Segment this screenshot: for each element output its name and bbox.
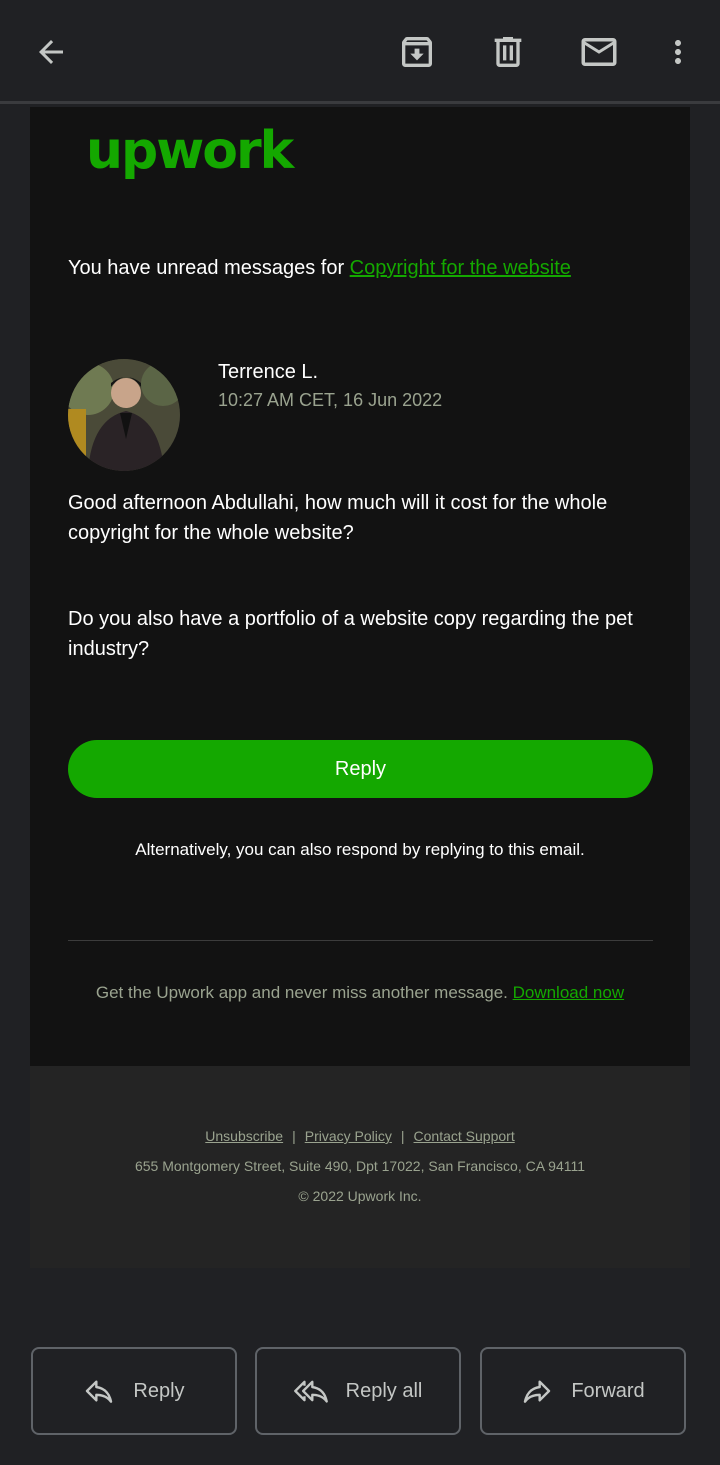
alternative-reply-note: Alternatively, you can also respond by r…: [135, 840, 585, 859]
reply-all-button-label: Reply all: [345, 1379, 423, 1402]
unsubscribe-link[interactable]: Unsubscribe: [205, 1128, 283, 1144]
arrow-back-icon: [33, 34, 69, 70]
footer-separator: |: [292, 1128, 296, 1144]
email-body: upwork You have unread messages for Copy…: [30, 107, 690, 1066]
divider: [68, 940, 653, 941]
upwork-logo: upwork: [86, 121, 294, 181]
company-address: 655 Montgomery Street, Suite 490, Dpt 17…: [134, 1158, 586, 1174]
app-promo-text: Get the Upwork app and never miss anothe…: [95, 983, 513, 1002]
unread-notice: You have unread messages for Copyright f…: [68, 255, 571, 281]
back-button[interactable]: [21, 22, 81, 82]
delete-button[interactable]: [478, 22, 538, 82]
job-link[interactable]: Copyright for the website: [350, 257, 571, 279]
archive-icon: [397, 32, 437, 72]
top-app-bar: [0, 0, 720, 104]
unread-notice-text: You have unread messages for: [68, 257, 350, 279]
download-now-link[interactable]: Download now: [513, 983, 625, 1002]
more-vert-icon: [660, 34, 696, 70]
sender-timestamp: 10:27 AM CET, 16 Jun 2022: [218, 390, 443, 410]
copyright-notice: © 2022 Upwork Inc.: [298, 1188, 422, 1204]
reply-button[interactable]: Reply: [31, 1347, 237, 1435]
mail-icon: [578, 31, 620, 73]
sender-name: Terrence L.: [218, 361, 319, 383]
footer-separator: |: [400, 1128, 405, 1144]
reply-cta-button[interactable]: Reply: [68, 740, 653, 798]
email-view-screen: upwork You have unread messages for Copy…: [0, 0, 720, 1465]
avatar: [68, 359, 180, 471]
message-paragraph: Do you also have a portfolio of a websit…: [68, 608, 633, 660]
reply-icon: [83, 1375, 115, 1407]
reply-all-button[interactable]: Reply all: [255, 1347, 461, 1435]
more-options-button[interactable]: [648, 22, 708, 82]
mark-unread-button[interactable]: [569, 22, 629, 82]
forward-icon: [521, 1375, 553, 1407]
archive-button[interactable]: [387, 22, 447, 82]
forward-button[interactable]: Forward: [480, 1347, 686, 1435]
forward-button-label: Forward: [571, 1379, 645, 1402]
reply-all-icon: [293, 1375, 328, 1407]
footer-links: Unsubscribe | Privacy Policy | Contact Suppo…: [30, 1126, 690, 1146]
privacy-policy-link[interactable]: Privacy Policy: [305, 1128, 392, 1144]
contact-support-link[interactable]: Contact Support: [414, 1128, 515, 1144]
reply-button-label: Reply: [133, 1379, 185, 1402]
email-footer: Unsubscribe | Privacy Policy | Contact Suppo…: [30, 1066, 690, 1268]
trash-icon: [488, 32, 528, 72]
message-paragraph: Good afternoon Abdullahi, how much will …: [68, 492, 608, 544]
app-promo: Get the Upwork app and never miss anothe…: [30, 981, 690, 1005]
